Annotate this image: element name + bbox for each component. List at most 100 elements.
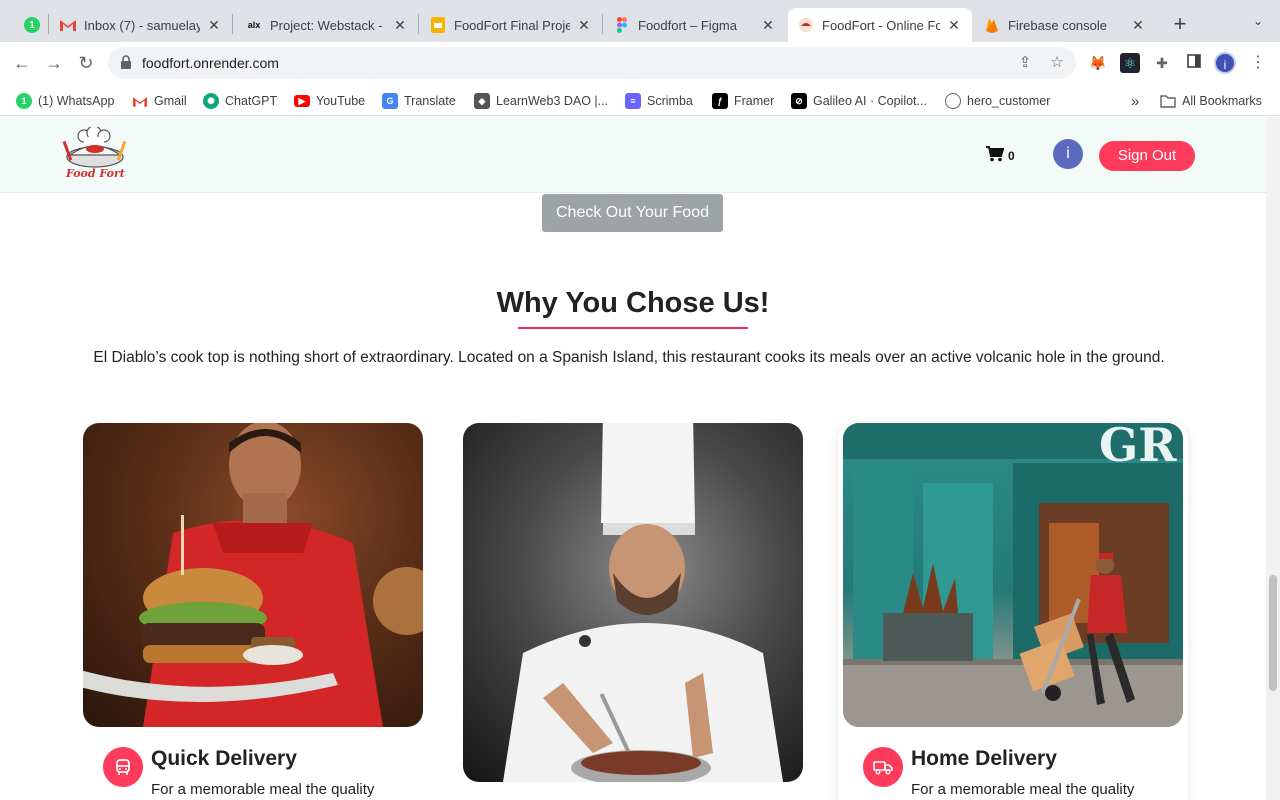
foodfort-logo[interactable]: Food Fort xyxy=(62,125,128,183)
bookmark-label: Scrimba xyxy=(647,94,693,108)
bookmarks-bar: 1 (1) WhatsApp Gmail ✺ ChatGPT ▶ YouTube… xyxy=(0,84,1280,116)
cart-button[interactable]: 0 xyxy=(986,145,1015,163)
whatsapp-icon: 1 xyxy=(24,17,40,33)
title-underline xyxy=(518,327,748,329)
close-icon[interactable]: ✕ xyxy=(946,17,962,34)
chef-hat-logo-icon xyxy=(62,125,127,168)
star-icon[interactable]: ☆ xyxy=(1048,54,1066,72)
tab-firebase[interactable]: Firebase console ✕ xyxy=(974,8,1156,42)
forward-button[interactable]: → xyxy=(42,51,66,75)
bookmark-label: All Bookmarks xyxy=(1182,94,1262,108)
tab-alx[interactable]: alx Project: Webstack - F ✕ xyxy=(236,8,418,42)
new-tab-button[interactable]: + xyxy=(1168,12,1192,36)
tab-strip: 1 Inbox (7) - samuelayo ✕ alx Project: W… xyxy=(0,0,1280,42)
tab-figma[interactable]: Foodfort – Figma ✕ xyxy=(604,8,786,42)
bookmark-learnweb3[interactable]: ◆ LearnWeb3 DAO |... xyxy=(474,92,608,110)
back-button[interactable]: ← xyxy=(10,51,34,75)
lock-icon xyxy=(121,55,131,69)
youtube-icon: ▶ xyxy=(294,95,310,107)
section-title: Why You Chose Us! xyxy=(496,287,770,319)
all-bookmarks-button[interactable]: All Bookmarks xyxy=(1160,92,1262,110)
page-viewport: Food Fort 0 i Sign Out Check Out Your Fo… xyxy=(0,117,1266,800)
slides-icon xyxy=(430,17,446,33)
feature-text-home-delivery: For a memorable meal the quality xyxy=(911,781,1135,798)
firebase-icon xyxy=(984,17,1000,33)
tab-slides[interactable]: FoodFort Final Projec ✕ xyxy=(420,8,602,42)
bookmark-translate[interactable]: G Translate xyxy=(382,92,456,110)
metamask-icon[interactable]: 🦊 xyxy=(1088,53,1108,73)
scrollbar-thumb[interactable] xyxy=(1269,575,1277,691)
tab-title: Inbox (7) - samuelayo xyxy=(84,17,200,33)
bookmark-label: hero_customer xyxy=(967,94,1051,108)
tab-title: Foodfort – Figma xyxy=(638,17,737,33)
tab-title: Firebase console xyxy=(1008,17,1107,33)
tab-title: FoodFort - Online Foo xyxy=(822,17,940,33)
bookmark-framer[interactable]: ƒ Framer xyxy=(712,92,774,110)
sign-out-button[interactable]: Sign Out xyxy=(1099,141,1195,171)
close-icon[interactable]: ✕ xyxy=(760,17,776,34)
chef-cooking-image xyxy=(463,423,803,782)
delivery-man-image: GR xyxy=(843,423,1183,727)
user-avatar[interactable]: i xyxy=(1053,139,1083,169)
page-scrollbar[interactable] xyxy=(1266,117,1280,800)
bookmark-label: Gmail xyxy=(154,94,187,108)
bookmark-gmail[interactable]: Gmail xyxy=(132,92,187,110)
close-icon[interactable]: ✕ xyxy=(392,17,408,34)
check-out-food-button[interactable]: Check Out Your Food xyxy=(542,194,723,232)
more-bookmarks-button[interactable]: » xyxy=(1131,92,1139,110)
scrimba-icon: ≡ xyxy=(625,93,641,109)
close-icon[interactable]: ✕ xyxy=(206,17,222,34)
puzzle-icon[interactable]: ✚ xyxy=(1152,53,1172,73)
section-description: El Diablo’s cook top is nothing short of… xyxy=(93,349,1165,366)
tab-gmail[interactable]: Inbox (7) - samuelayo ✕ xyxy=(50,8,232,42)
bookmark-youtube[interactable]: ▶ YouTube xyxy=(294,92,365,110)
tab-title: Project: Webstack - F xyxy=(270,17,386,33)
tab-foodfort[interactable]: FoodFort - Online Foo ✕ xyxy=(788,8,972,42)
framer-icon: ƒ xyxy=(712,93,728,109)
react-devtools-icon[interactable]: ⚛ xyxy=(1120,53,1140,73)
feature-title-quick-delivery: Quick Delivery xyxy=(151,747,297,770)
close-icon[interactable]: ✕ xyxy=(576,17,592,34)
bookmark-label: (1) WhatsApp xyxy=(38,94,115,108)
site-header: Food Fort 0 i Sign Out xyxy=(0,117,1266,193)
globe-icon xyxy=(945,93,961,109)
tab-whatsapp[interactable]: 1 xyxy=(14,8,48,42)
bookmark-label: ChatGPT xyxy=(225,94,278,108)
reload-button[interactable]: ↻ xyxy=(74,51,98,75)
side-panel-icon[interactable] xyxy=(1184,53,1204,73)
bookmark-label: Translate xyxy=(404,94,456,108)
truck-icon xyxy=(863,747,903,787)
share-icon[interactable]: ⇪ xyxy=(1016,54,1034,72)
url-text: foodfort.onrender.com xyxy=(142,55,279,71)
bookmark-label: Galileo AI · Copilot... xyxy=(813,94,927,108)
galileo-icon: ⊘ xyxy=(791,93,807,109)
folder-icon xyxy=(1160,93,1176,109)
gmail-icon xyxy=(60,17,76,33)
profile-avatar[interactable]: i xyxy=(1214,52,1236,74)
figma-icon xyxy=(614,17,630,33)
address-bar[interactable]: foodfort.onrender.com ⇪ ☆ xyxy=(108,47,1076,79)
translate-icon: G xyxy=(382,93,398,109)
bookmark-galileo[interactable]: ⊘ Galileo AI · Copilot... xyxy=(791,92,927,110)
feature-text-quick-delivery: For a memorable meal the quality xyxy=(151,781,375,798)
chevron-down-icon[interactable]: ⌄ xyxy=(1248,14,1268,34)
cart-icon xyxy=(986,146,1004,162)
bookmark-whatsapp[interactable]: 1 (1) WhatsApp xyxy=(16,92,114,110)
chatgpt-icon: ✺ xyxy=(203,93,219,109)
logo-text: Food Fort xyxy=(66,167,125,180)
bookmark-scrimba[interactable]: ≡ Scrimba xyxy=(625,92,693,110)
gmail-icon xyxy=(132,93,148,109)
browser-toolbar: ← → ↻ foodfort.onrender.com ⇪ ☆ 🦊 ⚛ ✚ i … xyxy=(0,42,1280,84)
close-icon[interactable]: ✕ xyxy=(1130,17,1146,34)
bookmark-label: YouTube xyxy=(316,94,366,108)
alx-icon: alx xyxy=(247,20,261,30)
bookmark-label: Framer xyxy=(734,94,775,108)
more-menu-icon[interactable]: ⋮ xyxy=(1250,52,1266,74)
cart-count: 0 xyxy=(1008,149,1015,163)
learnweb3-icon: ◆ xyxy=(474,93,490,109)
bookmark-hero-customer[interactable]: hero_customer xyxy=(945,92,1050,110)
bookmark-label: LearnWeb3 DAO |... xyxy=(496,94,609,108)
bookmark-chatgpt[interactable]: ✺ ChatGPT xyxy=(203,92,277,110)
foodfort-icon xyxy=(798,17,814,33)
feature-title-home-delivery: Home Delivery xyxy=(911,747,1057,770)
